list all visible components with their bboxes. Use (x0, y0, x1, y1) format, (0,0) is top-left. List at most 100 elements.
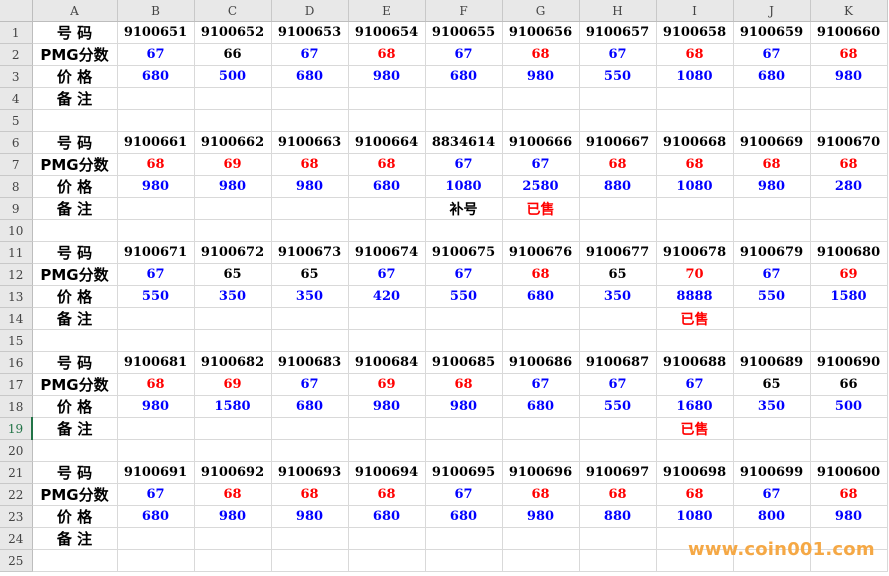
serial-number-cell[interactable]: 9100698 (656, 461, 734, 484)
row-header-1[interactable]: 1 (0, 21, 33, 44)
serial-number-cell[interactable]: 9100684 (348, 351, 426, 374)
pmg-score-cell[interactable]: 67 (733, 483, 811, 506)
empty-cell[interactable] (194, 219, 272, 242)
note-cell[interactable] (194, 197, 272, 220)
empty-cell[interactable] (425, 439, 503, 462)
empty-cell[interactable] (502, 329, 580, 352)
empty-cell[interactable] (733, 109, 811, 132)
note-cell[interactable] (579, 307, 657, 330)
empty-cell[interactable] (271, 329, 349, 352)
pmg-score-cell[interactable]: 67 (271, 43, 349, 66)
serial-number-cell[interactable]: 9100659 (733, 21, 811, 44)
number-row-label[interactable]: 号 码 (32, 241, 118, 264)
serial-number-cell[interactable]: 9100666 (502, 131, 580, 154)
row-header-11[interactable]: 11 (0, 241, 33, 264)
price-cell[interactable]: 980 (502, 505, 580, 528)
empty-cell[interactable] (348, 549, 426, 572)
serial-number-cell[interactable]: 9100682 (194, 351, 272, 374)
column-header-g[interactable]: G (502, 0, 580, 22)
empty-cell[interactable] (117, 549, 195, 572)
price-cell[interactable]: 980 (425, 395, 503, 418)
note-cell[interactable] (579, 87, 657, 110)
price-cell[interactable]: 680 (502, 395, 580, 418)
price-row-label[interactable]: 价 格 (32, 175, 118, 198)
pmg-score-cell[interactable]: 65 (733, 373, 811, 396)
empty-cell[interactable] (810, 439, 888, 462)
empty-cell[interactable] (502, 109, 580, 132)
row-header-5[interactable]: 5 (0, 109, 33, 132)
row-header-15[interactable]: 15 (0, 329, 33, 352)
note-cell[interactable] (348, 527, 426, 550)
serial-number-cell[interactable]: 9100600 (810, 461, 888, 484)
pmg-score-cell[interactable]: 68 (425, 373, 503, 396)
pmg-score-cell[interactable]: 68 (348, 43, 426, 66)
pmg-score-cell[interactable]: 68 (348, 153, 426, 176)
note-cell[interactable] (810, 197, 888, 220)
price-cell[interactable]: 680 (733, 65, 811, 88)
pmg-score-cell[interactable]: 68 (502, 483, 580, 506)
pmg-score-cell[interactable]: 67 (117, 263, 195, 286)
price-cell[interactable]: 550 (733, 285, 811, 308)
pmg-score-cell[interactable]: 67 (425, 483, 503, 506)
note-cell[interactable] (425, 527, 503, 550)
serial-number-cell[interactable]: 9100662 (194, 131, 272, 154)
price-cell[interactable]: 1680 (656, 395, 734, 418)
note-cell[interactable] (656, 87, 734, 110)
empty-cell[interactable] (194, 329, 272, 352)
serial-number-cell[interactable]: 8834614 (425, 131, 503, 154)
empty-cell[interactable] (117, 219, 195, 242)
note-cell[interactable] (348, 307, 426, 330)
note-cell[interactable] (348, 197, 426, 220)
select-all-corner[interactable] (0, 0, 33, 22)
pmg-score-cell[interactable]: 66 (810, 373, 888, 396)
serial-number-cell[interactable]: 9100653 (271, 21, 349, 44)
empty-cell[interactable] (656, 329, 734, 352)
pmg-score-cell[interactable]: 68 (271, 153, 349, 176)
serial-number-cell[interactable]: 9100669 (733, 131, 811, 154)
note-cell[interactable] (117, 197, 195, 220)
empty-cell[interactable] (502, 439, 580, 462)
note-cell[interactable] (579, 197, 657, 220)
price-cell[interactable]: 280 (810, 175, 888, 198)
serial-number-cell[interactable]: 9100691 (117, 461, 195, 484)
column-header-j[interactable]: J (733, 0, 811, 22)
empty-cell[interactable] (502, 549, 580, 572)
pmg-score-cell[interactable]: 68 (656, 43, 734, 66)
pmg-score-cell[interactable]: 68 (502, 43, 580, 66)
row-header-4[interactable]: 4 (0, 87, 33, 110)
note-row-label[interactable]: 备 注 (32, 527, 118, 550)
note-cell[interactable] (502, 527, 580, 550)
serial-number-cell[interactable]: 9100672 (194, 241, 272, 264)
price-row-label[interactable]: 价 格 (32, 65, 118, 88)
price-cell[interactable]: 1580 (810, 285, 888, 308)
column-header-h[interactable]: H (579, 0, 657, 22)
note-cell[interactable] (117, 527, 195, 550)
row-header-16[interactable]: 16 (0, 351, 33, 374)
row-header-18[interactable]: 18 (0, 395, 33, 418)
row-header-24[interactable]: 24 (0, 527, 33, 550)
serial-number-cell[interactable]: 9100652 (194, 21, 272, 44)
row-header-20[interactable]: 20 (0, 439, 33, 462)
serial-number-cell[interactable]: 9100675 (425, 241, 503, 264)
price-cell[interactable]: 680 (348, 175, 426, 198)
empty-cell[interactable] (733, 219, 811, 242)
pmg-row-label[interactable]: PMG分数 (32, 483, 118, 506)
price-cell[interactable]: 550 (425, 285, 503, 308)
note-cell[interactable] (810, 417, 888, 440)
price-cell[interactable]: 680 (425, 505, 503, 528)
serial-number-cell[interactable]: 9100671 (117, 241, 195, 264)
empty-cell[interactable] (579, 109, 657, 132)
price-cell[interactable]: 500 (810, 395, 888, 418)
price-cell[interactable]: 980 (733, 175, 811, 198)
empty-cell[interactable] (194, 109, 272, 132)
number-row-label[interactable]: 号 码 (32, 461, 118, 484)
price-cell[interactable]: 350 (194, 285, 272, 308)
empty-cell[interactable] (271, 439, 349, 462)
empty-cell[interactable] (733, 439, 811, 462)
serial-number-cell[interactable]: 9100651 (117, 21, 195, 44)
empty-cell[interactable] (733, 329, 811, 352)
empty-cell[interactable] (425, 329, 503, 352)
empty-cell[interactable] (579, 549, 657, 572)
serial-number-cell[interactable]: 9100658 (656, 21, 734, 44)
price-cell[interactable]: 980 (117, 395, 195, 418)
